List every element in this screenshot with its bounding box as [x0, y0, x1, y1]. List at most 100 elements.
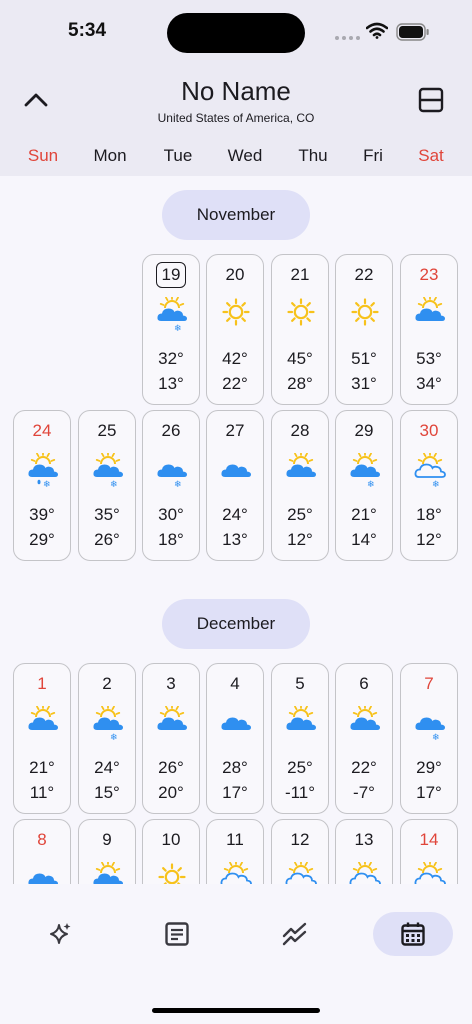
- day-number: 9: [102, 830, 112, 849]
- sun-shape: [287, 298, 315, 326]
- low-temp: 11°: [29, 783, 55, 802]
- sunny-icon: [351, 298, 379, 326]
- low-temp: 15°: [94, 783, 120, 802]
- day-card[interactable]: 21 45° 28°: [271, 254, 329, 405]
- cloudy-icon: [221, 464, 251, 477]
- day-number: 20: [225, 265, 245, 284]
- battery-icon: [396, 23, 429, 41]
- svg-text:❄: ❄: [432, 733, 440, 742]
- day-card[interactable]: 14: [400, 819, 458, 884]
- day-card[interactable]: 20 42° 22°: [206, 254, 264, 405]
- high-temp: 21°: [351, 505, 377, 524]
- day-card[interactable]: 11: [206, 819, 264, 884]
- partly-cloudy-icon: [286, 706, 316, 730]
- low-temp: 20°: [158, 783, 184, 802]
- wifi-icon: [366, 22, 388, 39]
- bottom-navigation: [0, 884, 472, 1024]
- day-card[interactable]: 19 ❄ 32° 13°: [142, 254, 200, 405]
- low-temp: -7°: [353, 783, 375, 802]
- status-time: 5:34: [68, 20, 107, 41]
- weekday-tue: Tue: [163, 146, 193, 165]
- high-temp: 24°: [94, 758, 120, 777]
- high-temp: 25°: [287, 758, 313, 777]
- day-number: 1: [37, 674, 47, 693]
- day-card[interactable]: 4 28° 17°: [206, 663, 264, 814]
- day-card[interactable]: 5 25° -11°: [271, 663, 329, 814]
- day-card[interactable]: 30 ❄ 18° 12°: [400, 410, 458, 561]
- day-card[interactable]: 13: [335, 819, 393, 884]
- sun-shape: [351, 298, 379, 326]
- low-temp: 17°: [416, 783, 442, 802]
- svg-text:❄: ❄: [110, 480, 118, 489]
- day-number: 14: [419, 830, 439, 849]
- nav-trends[interactable]: [255, 912, 335, 956]
- status-bar: 5:34: [0, 0, 472, 64]
- day-number: 11: [226, 830, 244, 849]
- low-temp: 22°: [222, 374, 248, 393]
- day-number: 5: [295, 674, 305, 693]
- cellular-signal-icon: [335, 36, 360, 40]
- low-temp: 31°: [351, 374, 377, 393]
- nav-calendar[interactable]: [373, 912, 453, 956]
- cloudy-snow-icon: ❄: [415, 717, 445, 742]
- day-number: 28: [290, 421, 310, 440]
- day-card[interactable]: 7 ❄ 29° 17°: [400, 663, 458, 814]
- low-temp: 34°: [416, 374, 442, 393]
- weekday-header: Sun Mon Tue Wed Thu Fri Sat: [0, 146, 472, 170]
- month-label-december: December: [162, 599, 310, 649]
- partly-cloudy-icon: [157, 706, 187, 730]
- partly-cloudy-outline-snow-icon: ❄: [414, 453, 446, 489]
- day-card[interactable]: 26 ❄ 30° 18°: [142, 410, 200, 561]
- partly-cloudy-icon: [415, 297, 445, 321]
- low-temp: 12°: [416, 530, 442, 549]
- partly-cloudy-icon: [286, 453, 316, 477]
- nav-notes[interactable]: [137, 912, 217, 956]
- day-card[interactable]: 10: [142, 819, 200, 884]
- svg-text:❄: ❄: [367, 480, 375, 489]
- calendar-scroll-area[interactable]: November 19 ❄ 32° 13° 20 42° 22° 21 45° 28° 22 51° 31…: [0, 176, 472, 884]
- svg-text:❄: ❄: [174, 324, 182, 333]
- svg-text:❄: ❄: [43, 480, 51, 489]
- dynamic-island: [167, 13, 305, 53]
- day-card[interactable]: 28 25° 12°: [271, 410, 329, 561]
- day-number: 3: [166, 674, 176, 693]
- day-card[interactable]: 9: [78, 819, 136, 884]
- high-temp: 32°: [158, 349, 184, 368]
- split-view-icon[interactable]: [418, 87, 444, 113]
- day-card[interactable]: 23 53° 34°: [400, 254, 458, 405]
- high-temp: 53°: [416, 349, 442, 368]
- high-temp: 28°: [222, 758, 248, 777]
- day-number: 26: [161, 421, 181, 440]
- day-card[interactable]: 2 ❄ 24° 15°: [78, 663, 136, 814]
- partly-cloudy-outline-icon: [285, 862, 317, 884]
- partly-cloudy-rain-snow-icon: ❄: [28, 453, 58, 489]
- high-temp: 51°: [351, 349, 377, 368]
- sun-shape: [222, 298, 250, 326]
- location-subtitle: United States of America, CO: [157, 111, 315, 125]
- day-card[interactable]: 25 ❄ 35° 26°: [78, 410, 136, 561]
- day-card[interactable]: 12: [271, 819, 329, 884]
- svg-text:❄: ❄: [110, 733, 118, 742]
- high-temp: 21°: [29, 758, 55, 777]
- day-number: 22: [354, 265, 374, 284]
- low-temp: 17°: [222, 783, 248, 802]
- calendar-icon: [401, 922, 425, 946]
- day-card[interactable]: 22 51° 31°: [335, 254, 393, 405]
- partly-cloudy-icon: [28, 706, 58, 730]
- day-card[interactable]: 3 26° 20°: [142, 663, 200, 814]
- low-temp: 13°: [158, 374, 184, 393]
- day-card[interactable]: 29 ❄ 21° 14°: [335, 410, 393, 561]
- low-temp: 14°: [351, 530, 377, 549]
- day-number: 27: [225, 421, 245, 440]
- nav-sparkle[interactable]: [20, 912, 100, 956]
- sunny-icon: [222, 298, 250, 326]
- day-number: 25: [97, 421, 117, 440]
- high-temp: 25°: [287, 505, 313, 524]
- day-card[interactable]: 6 22° -7°: [335, 663, 393, 814]
- day-card[interactable]: 8: [13, 819, 71, 884]
- partly-cloudy-icon: [350, 706, 380, 730]
- day-card[interactable]: 24 ❄ 39° 29°: [13, 410, 71, 561]
- day-card[interactable]: 27 24° 13°: [206, 410, 264, 561]
- partly-cloudy-outline-icon: [220, 862, 252, 884]
- day-card[interactable]: 1 21° 11°: [13, 663, 71, 814]
